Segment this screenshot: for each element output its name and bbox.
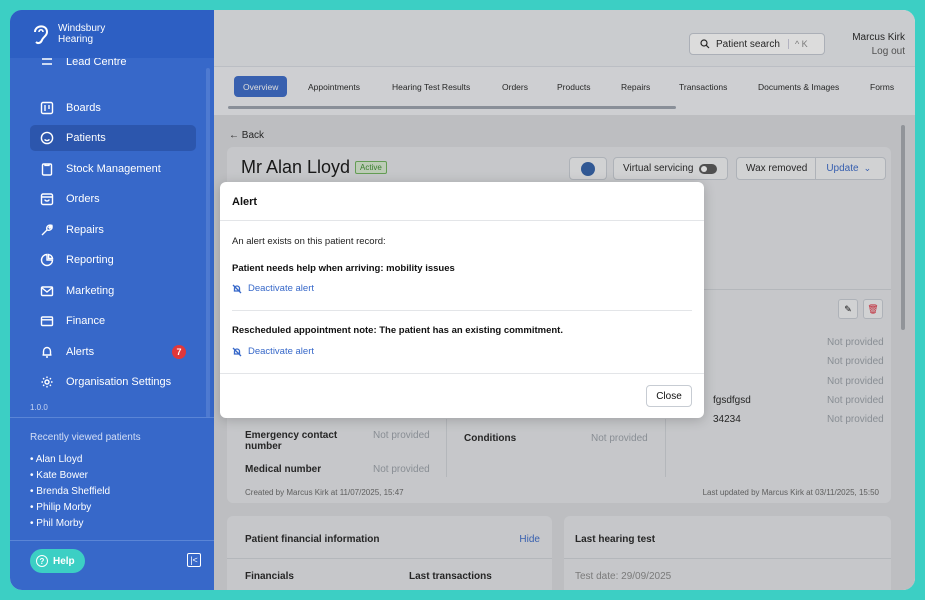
alert-dialog: Alert An alert exists on this patient re… xyxy=(220,182,704,418)
boards-icon xyxy=(40,101,54,115)
sidebar: Windsbury Hearing Lead Centre Boards Pat… xyxy=(10,10,214,590)
sidebar-item-lead-centre[interactable]: Lead Centre xyxy=(30,58,196,75)
brand[interactable]: Windsbury Hearing xyxy=(10,10,214,58)
close-button[interactable]: Close xyxy=(646,385,692,407)
sidebar-item-boards[interactable]: Boards xyxy=(30,95,196,121)
alerts-count-badge: 7 xyxy=(172,345,186,359)
orders-icon xyxy=(40,192,54,206)
alert-message: Rescheduled appointment note: The patien… xyxy=(232,325,563,336)
sidebar-item-orders[interactable]: Orders xyxy=(30,186,196,212)
deactivate-alert-link[interactable]: Deactivate alert xyxy=(232,283,314,294)
bell-off-icon xyxy=(232,347,242,356)
lead-icon xyxy=(40,58,54,69)
brand-name: Windsbury xyxy=(58,23,106,34)
dialog-footer-divider xyxy=(220,373,704,374)
dialog-title: Alert xyxy=(232,196,258,208)
pie-chart-icon xyxy=(40,253,54,267)
recent-patient-link[interactable]: • Alan Lloyd xyxy=(30,452,110,468)
collapse-sidebar-icon[interactable]: |< xyxy=(187,553,201,567)
patients-icon xyxy=(40,131,54,145)
sidebar-item-repairs[interactable]: Repairs xyxy=(30,217,196,243)
bell-icon xyxy=(40,345,54,359)
alert-intro-text: An alert exists on this patient record: xyxy=(232,236,386,247)
bell-off-icon xyxy=(232,284,242,293)
recent-patient-link[interactable]: • Kate Bower xyxy=(30,468,110,484)
deactivate-alert-link[interactable]: Deactivate alert xyxy=(232,346,314,357)
recent-patient-link[interactable]: • Phil Morby xyxy=(30,516,110,532)
sidebar-item-organisation-settings[interactable]: Organisation Settings xyxy=(30,369,196,395)
ear-logo-icon xyxy=(34,25,49,45)
clipboard-icon xyxy=(40,162,54,176)
sidebar-item-finance[interactable]: Finance xyxy=(30,308,196,334)
recent-patient-link[interactable]: • Philip Morby xyxy=(30,500,110,516)
wrench-icon xyxy=(40,223,54,237)
sidebar-divider xyxy=(10,540,214,541)
sidebar-item-reporting[interactable]: Reporting xyxy=(30,247,196,273)
alert-separator xyxy=(232,310,692,311)
sidebar-item-alerts[interactable]: Alerts 7 xyxy=(30,339,196,365)
brand-subname: Hearing xyxy=(58,34,94,45)
recent-patient-link[interactable]: • Brenda Sheffield xyxy=(30,484,110,500)
sidebar-item-marketing[interactable]: Marketing xyxy=(30,278,196,304)
app-window: Windsbury Hearing Lead Centre Boards Pat… xyxy=(10,10,915,590)
recent-patients-title: Recently viewed patients xyxy=(30,432,141,443)
app-version: 1.0.0 xyxy=(30,403,48,412)
dialog-divider xyxy=(220,220,704,221)
alert-message: Patient needs help when arriving: mobili… xyxy=(232,263,455,274)
help-icon: ? xyxy=(36,555,48,567)
sidebar-divider xyxy=(10,417,214,418)
sidebar-item-stock-management[interactable]: Stock Management xyxy=(30,156,196,182)
mail-icon xyxy=(40,284,54,298)
gear-icon xyxy=(40,375,54,389)
help-button[interactable]: ? Help xyxy=(30,549,85,573)
sidebar-item-patients[interactable]: Patients xyxy=(30,125,196,151)
recent-patients-list: • Alan Lloyd • Kate Bower • Brenda Sheff… xyxy=(30,452,110,532)
sidebar-scrollbar[interactable] xyxy=(206,68,210,418)
card-icon xyxy=(40,314,54,328)
sidebar-nav: Lead Centre Boards Patients Stock Manage… xyxy=(10,58,214,410)
